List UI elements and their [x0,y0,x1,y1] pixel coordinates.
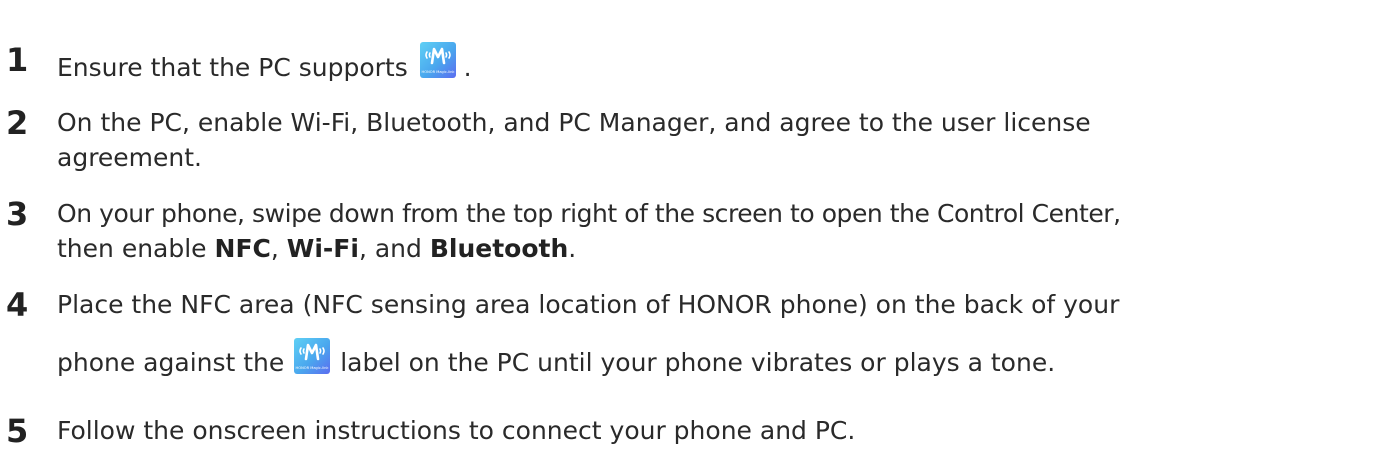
step-text-part: label on the PC until your phone vibrate… [340,348,1056,377]
badge-caption: HONOR Magic-link [421,70,455,74]
honor-magic-link-badge: HONOR Magic-link [419,42,456,78]
step-number: 1 [6,41,29,79]
step-text-part: Ensure that the PC supports [57,53,408,82]
honor-magic-link-badge: HONOR Magic-link [294,338,331,374]
step-number: 5 [6,412,29,450]
step-number: 2 [6,104,29,142]
step-text: Place the NFC area (NFC sensing area loc… [57,287,1377,380]
magic-link-icon: HONOR Magic-link [294,338,331,374]
step-text-part: , and [358,234,422,263]
bluetooth-label: Bluetooth [429,234,569,263]
step-number: 4 [6,286,29,324]
step-number: 3 [6,195,29,233]
instruction-steps: 1 Ensure that the PC supports HONOR Magi… [0,0,1381,465]
step-text-part: , [270,234,279,263]
step-text-line: agreement. [57,143,203,172]
step-text-part: phone against the [57,348,285,377]
step-text-part: then enable [57,234,207,263]
badge-caption: HONOR Magic-link [296,366,330,370]
step-text-line: On the PC, enable Wi-Fi, Bluetooth, and … [57,108,1091,137]
step-text: Ensure that the PC supports HONOR Magic-… [57,42,1377,85]
step-text-line: phone against the HONOR Magic-link label… [57,338,1377,380]
step-text-line: Follow the onscreen instructions to conn… [57,416,856,445]
step-text-line: On your phone, swipe down from the top r… [57,199,1121,228]
step-text: Follow the onscreen instructions to conn… [57,413,1377,448]
step-text: On your phone, swipe down from the top r… [57,196,1377,266]
wifi-label: Wi-Fi [286,234,359,263]
step-text: On the PC, enable Wi-Fi, Bluetooth, and … [57,105,1377,175]
step-text-part: . [463,53,472,82]
magic-link-icon: HONOR Magic-link [419,42,456,78]
step-text-line: then enable NFC, Wi-Fi, and Bluetooth. [57,231,1377,266]
nfc-label: NFC [214,234,271,263]
step-text-part: . [568,234,577,263]
step-text-line: Place the NFC area (NFC sensing area loc… [57,290,1120,319]
